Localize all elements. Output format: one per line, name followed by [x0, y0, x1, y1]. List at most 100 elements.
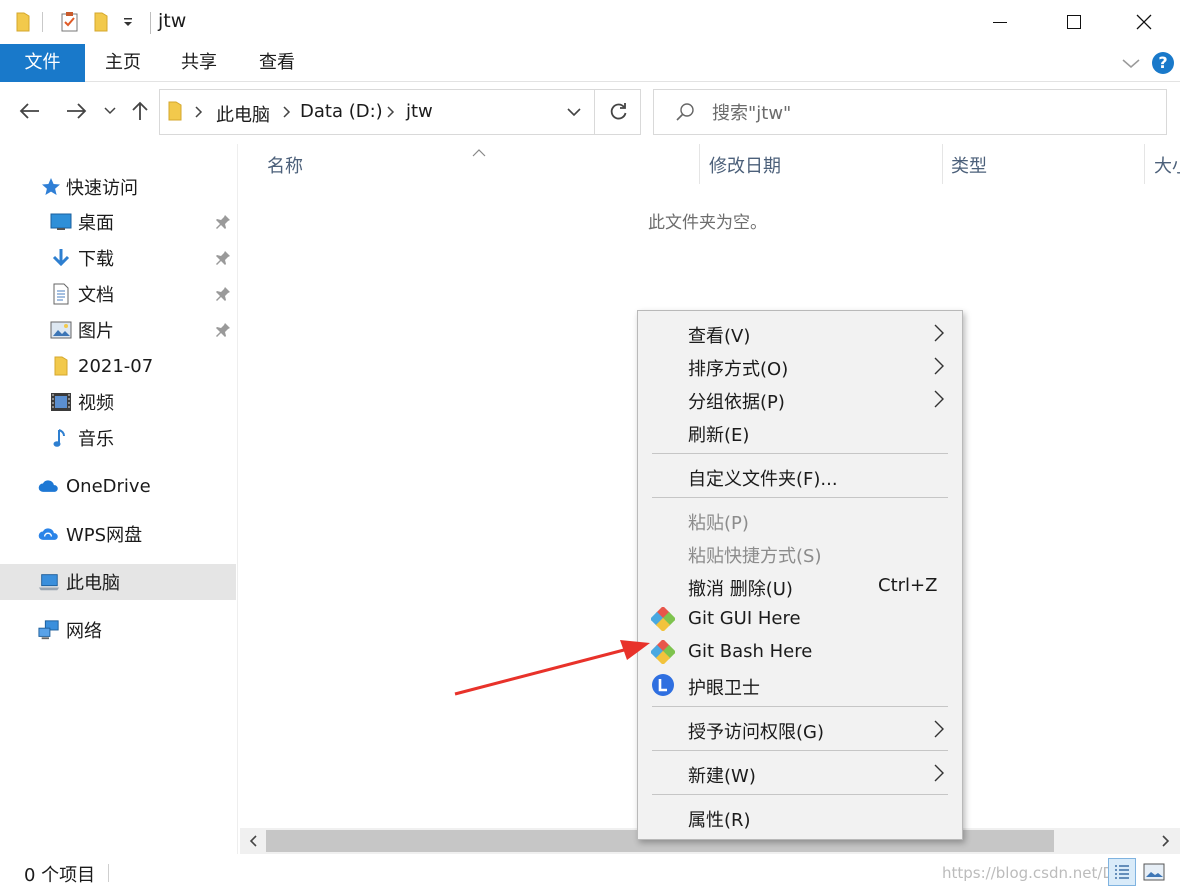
- sidebar-item-quick-access[interactable]: 快速访问: [0, 169, 236, 205]
- sidebar-item-desktop[interactable]: 桌面: [0, 204, 236, 240]
- menu-item-view[interactable]: 查看(V): [638, 316, 962, 349]
- scroll-left-icon[interactable]: [243, 830, 265, 852]
- wps-cloud-icon: [37, 523, 59, 545]
- menu-item-eye-guard[interactable]: 护眼卫士: [638, 668, 962, 701]
- menu-item-group-by[interactable]: 分组依据(P): [638, 382, 962, 415]
- minimize-button[interactable]: [964, 0, 1036, 44]
- menu-item-shortcut: Ctrl+Z: [878, 575, 938, 596]
- tab-share[interactable]: 共享: [168, 44, 230, 82]
- large-icons-view-button[interactable]: [1140, 858, 1168, 886]
- pin-icon[interactable]: [214, 249, 232, 267]
- menu-item-label: Git GUI Here: [688, 608, 801, 629]
- pin-icon[interactable]: [214, 213, 232, 231]
- chevron-right-icon: [932, 718, 946, 740]
- item-count: 0 个项目: [24, 865, 96, 886]
- recent-locations-button[interactable]: [100, 96, 120, 126]
- expand-ribbon-icon[interactable]: [1120, 52, 1142, 74]
- menu-item-sort-by[interactable]: 排序方式(O): [638, 349, 962, 382]
- search-input[interactable]: [712, 100, 1142, 126]
- breadcrumb-current[interactable]: jtw: [406, 101, 433, 122]
- column-divider[interactable]: [1144, 144, 1145, 184]
- column-divider[interactable]: [942, 144, 943, 184]
- menu-item-undo-delete[interactable]: 撤消 删除(U) Ctrl+Z: [638, 569, 962, 602]
- empty-folder-message: 此文件夹为空。: [648, 213, 767, 233]
- sidebar-item-this-pc[interactable]: 此电脑: [0, 564, 236, 600]
- address-bar[interactable]: 此电脑 Data (D:) jtw: [159, 89, 595, 135]
- menu-item-grant-access[interactable]: 授予访问权限(G): [638, 712, 962, 745]
- column-size[interactable]: 大小: [1154, 152, 1180, 178]
- sidebar-item-wps-cloud[interactable]: WPS网盘: [0, 516, 236, 552]
- maximize-button[interactable]: [1038, 0, 1110, 44]
- menu-item-git-bash-here[interactable]: Git Bash Here: [638, 635, 962, 668]
- help-icon[interactable]: ?: [1152, 52, 1174, 74]
- window-title: jtw: [158, 10, 187, 32]
- breadcrumb-this-pc[interactable]: 此电脑: [216, 101, 270, 127]
- pin-icon[interactable]: [214, 321, 232, 339]
- column-date-modified[interactable]: 修改日期: [709, 152, 781, 178]
- new-folder-icon[interactable]: [90, 10, 112, 34]
- up-button[interactable]: [126, 96, 154, 126]
- pin-icon[interactable]: [214, 285, 232, 303]
- sort-ascending-icon: [472, 142, 486, 157]
- chevron-right-icon[interactable]: [282, 103, 292, 125]
- sidebar-item-label: 此电脑: [66, 573, 120, 594]
- sidebar-item-label: 快速访问: [66, 178, 138, 199]
- menu-item-label: 粘贴(P): [688, 513, 749, 534]
- chevron-right-icon[interactable]: [194, 103, 204, 125]
- tab-file[interactable]: 文件: [0, 44, 85, 82]
- sidebar-item-label: 下载: [78, 249, 114, 270]
- menu-item-label: 刷新(E): [688, 425, 750, 446]
- context-menu: 查看(V) 排序方式(O) 分组依据(P) 刷新(E) 自定义文件夹(F)...…: [637, 310, 963, 840]
- folder-icon: [50, 355, 72, 377]
- chevron-right-icon: [932, 322, 946, 344]
- sidebar-item-downloads[interactable]: 下载: [0, 240, 236, 276]
- tab-view[interactable]: 查看: [246, 44, 308, 82]
- menu-separator: [652, 706, 948, 707]
- tab-home[interactable]: 主页: [92, 44, 154, 82]
- close-button[interactable]: [1108, 0, 1180, 44]
- menu-item-new[interactable]: 新建(W): [638, 756, 962, 789]
- properties-icon[interactable]: [58, 10, 82, 34]
- eye-guard-icon: [651, 673, 675, 697]
- search-box[interactable]: [653, 89, 1167, 135]
- menu-item-paste: 粘贴(P): [638, 503, 962, 536]
- title-bar: jtw: [0, 0, 1180, 44]
- sidebar-item-videos[interactable]: 视频: [0, 384, 236, 420]
- folder-icon[interactable]: [12, 10, 34, 34]
- menu-item-label: Git Bash Here: [688, 641, 813, 662]
- customize-toolbar-icon[interactable]: [118, 10, 138, 34]
- chevron-down-icon[interactable]: [564, 102, 588, 124]
- sidebar-item-music[interactable]: 音乐: [0, 420, 236, 456]
- quick-access-divider: [42, 12, 43, 32]
- forward-button[interactable]: [60, 96, 92, 126]
- large-icons-view-icon: [1143, 863, 1165, 881]
- menu-item-git-gui-here[interactable]: Git GUI Here: [638, 602, 962, 635]
- navigation-pane: 快速访问 桌面 下载 文档 图片 2021-07 视频 音乐 OneDrive …: [0, 144, 238, 854]
- sidebar-item-pictures[interactable]: 图片: [0, 312, 236, 348]
- sidebar-item-documents[interactable]: 文档: [0, 276, 236, 312]
- menu-separator: [652, 794, 948, 795]
- scroll-right-icon[interactable]: [1154, 830, 1176, 852]
- menu-item-label: 属性(R): [688, 810, 751, 831]
- menu-item-properties[interactable]: 属性(R): [638, 800, 962, 833]
- sidebar-item-label: 音乐: [78, 429, 114, 450]
- menu-item-customize-folder[interactable]: 自定义文件夹(F)...: [638, 459, 962, 492]
- sidebar-item-onedrive[interactable]: OneDrive: [0, 468, 236, 504]
- desktop-icon: [50, 211, 72, 233]
- sidebar-item-network[interactable]: 网络: [0, 612, 236, 648]
- menu-item-label: 查看(V): [688, 326, 751, 347]
- column-divider[interactable]: [699, 144, 700, 184]
- chevron-right-icon[interactable]: [386, 103, 396, 125]
- chevron-right-icon: [932, 355, 946, 377]
- back-button[interactable]: [14, 96, 46, 126]
- refresh-icon: [610, 103, 626, 120]
- title-divider: [150, 12, 151, 34]
- column-type[interactable]: 类型: [951, 152, 987, 178]
- column-name[interactable]: 名称: [267, 152, 303, 178]
- menu-item-refresh[interactable]: 刷新(E): [638, 415, 962, 448]
- sidebar-item-folder-2021-07[interactable]: 2021-07: [0, 348, 236, 384]
- sidebar-item-label: 桌面: [78, 213, 114, 234]
- refresh-button[interactable]: [595, 89, 641, 135]
- details-view-button[interactable]: [1108, 858, 1136, 886]
- breadcrumb-drive[interactable]: Data (D:): [300, 101, 383, 122]
